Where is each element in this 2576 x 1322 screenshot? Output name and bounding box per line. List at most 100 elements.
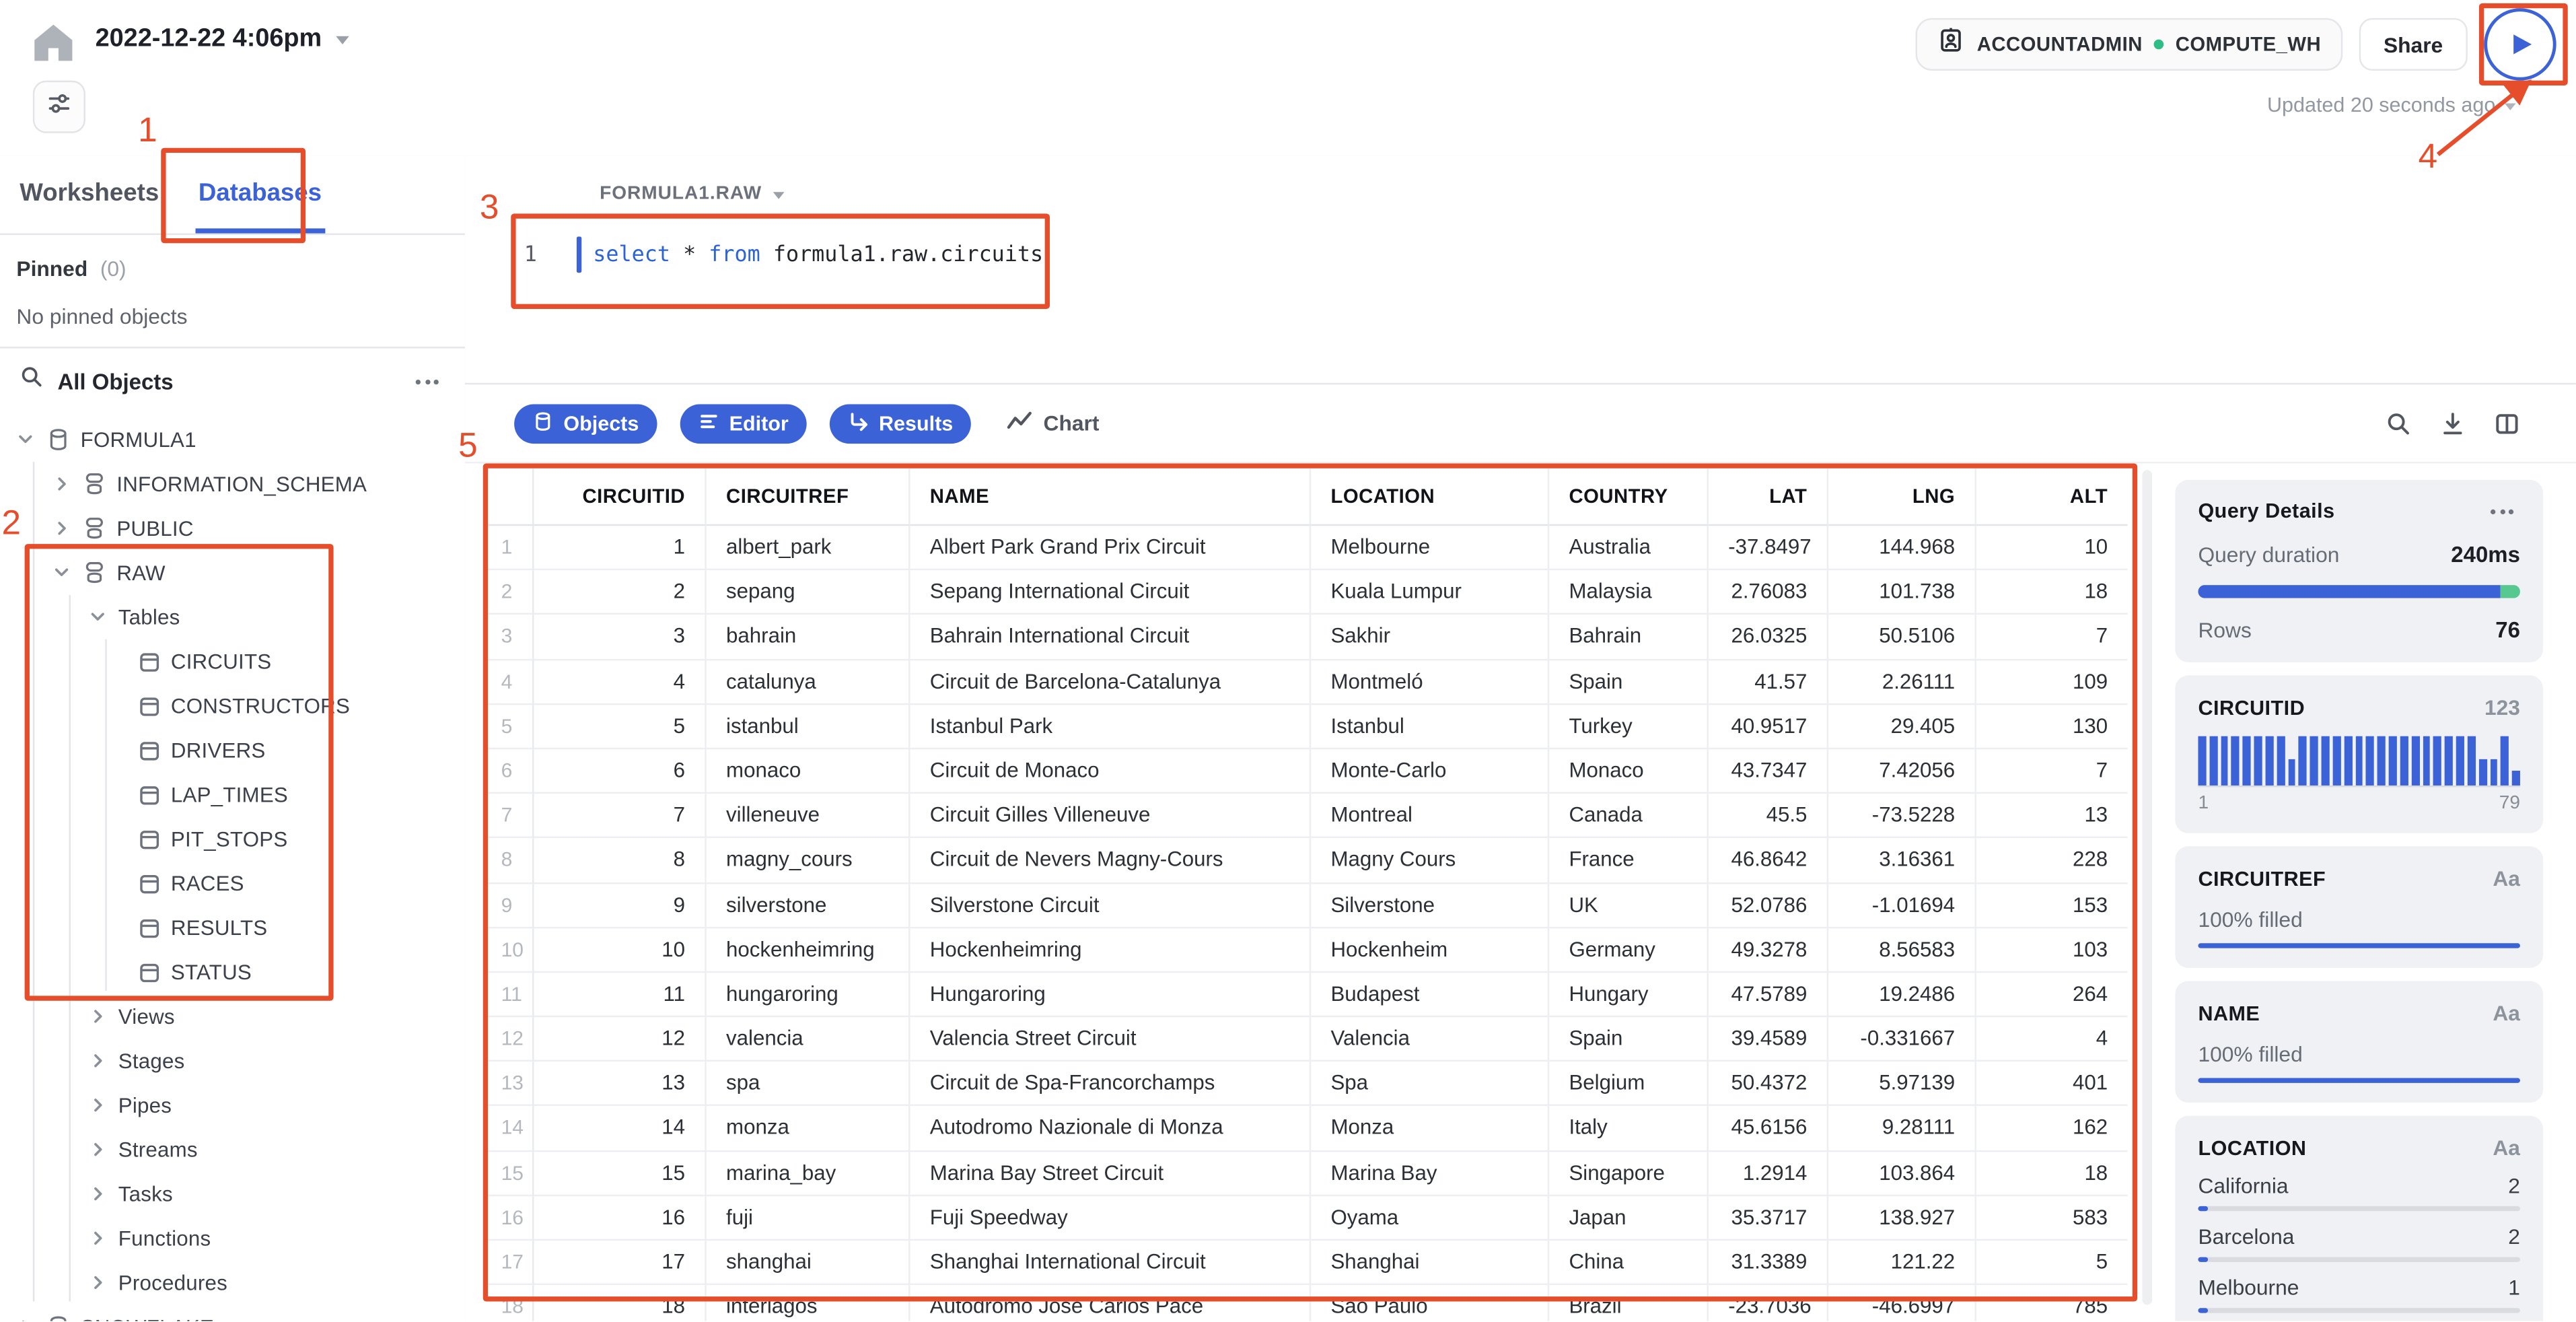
column-header-alt[interactable]: ALT — [1976, 468, 2128, 526]
cell-circuitref[interactable]: interlagos — [707, 1285, 910, 1321]
cell-lat[interactable]: 50.4372 — [1708, 1062, 1829, 1107]
cell-location[interactable]: Marina Bay — [1311, 1151, 1550, 1196]
row-number[interactable]: 11 — [485, 972, 534, 1018]
cell-lat[interactable]: 41.57 — [1708, 660, 1829, 705]
cell-name[interactable]: Hockenheimring — [910, 928, 1312, 973]
cell-circuitid[interactable]: 11 — [534, 972, 707, 1018]
cell-name[interactable]: Autódromo José Carlos Pace — [910, 1285, 1312, 1321]
row-number[interactable]: 16 — [485, 1195, 534, 1241]
search-results-icon[interactable] — [2386, 410, 2412, 436]
column-header-circuitid[interactable]: CIRCUITID — [534, 468, 707, 526]
cell-circuitref[interactable]: bahrain — [706, 615, 910, 660]
cell-circuitid[interactable]: 2 — [534, 570, 707, 615]
download-icon[interactable] — [2439, 410, 2466, 436]
split-columns-icon[interactable] — [2494, 410, 2520, 436]
column-header-lng[interactable]: LNG — [1828, 468, 1976, 526]
cell-circuitref[interactable]: magny_cours — [706, 838, 910, 884]
cell-lat[interactable]: 45.5 — [1708, 794, 1829, 839]
cell-lng[interactable]: -1.01694 — [1828, 883, 1976, 928]
row-number[interactable]: 4 — [485, 660, 534, 705]
cell-country[interactable]: Spain — [1549, 1017, 1709, 1062]
cell-circuitref[interactable]: villeneuve — [706, 794, 910, 839]
cell-lng[interactable]: 2.26111 — [1828, 660, 1976, 705]
cell-alt[interactable]: 401 — [1976, 1062, 2128, 1107]
filters-button[interactable] — [32, 80, 85, 133]
cell-country[interactable]: Italy — [1549, 1107, 1709, 1152]
cell-location[interactable]: Melbourne — [1311, 526, 1550, 571]
cell-location[interactable]: Monte-Carlo — [1311, 749, 1550, 794]
cell-circuitref[interactable]: monaco — [706, 749, 910, 794]
more-menu-icon[interactable] — [2484, 502, 2520, 520]
run-query-button[interactable] — [2484, 8, 2556, 81]
cell-circuitid[interactable]: 1 — [534, 526, 707, 571]
chevron-right-icon[interactable] — [85, 1229, 108, 1247]
cell-country[interactable]: Monaco — [1549, 749, 1709, 794]
column-header-circuitref[interactable]: CIRCUITREF — [706, 468, 910, 526]
cell-location[interactable]: Spa — [1311, 1062, 1550, 1107]
row-number[interactable]: 5 — [485, 704, 534, 750]
cell-lng[interactable]: 103.864 — [1828, 1151, 1976, 1196]
row-number[interactable]: 7 — [485, 794, 534, 839]
all-objects-search[interactable]: All Objects — [0, 349, 465, 415]
cell-name[interactable]: Marina Bay Street Circuit — [910, 1151, 1312, 1196]
cell-circuitref[interactable]: albert_park — [706, 526, 910, 571]
cell-lng[interactable]: -73.5228 — [1828, 794, 1976, 839]
cell-lng[interactable]: 3.16361 — [1828, 838, 1976, 884]
chevron-down-icon[interactable] — [85, 608, 108, 626]
cell-circuitid[interactable]: 12 — [534, 1017, 707, 1062]
table-scrollbar[interactable] — [2142, 470, 2153, 1305]
tree-item-snowflake[interactable]: SNOWFLAKE — [0, 1304, 465, 1321]
cell-lng[interactable]: 50.5106 — [1828, 615, 1976, 660]
row-number[interactable]: 6 — [485, 749, 534, 794]
cell-location[interactable]: Shanghai — [1311, 1241, 1550, 1286]
cell-alt[interactable]: 10 — [1976, 526, 2128, 571]
cell-location[interactable]: Montreal — [1311, 794, 1550, 839]
cell-location[interactable]: Hockenheim — [1311, 928, 1550, 973]
cell-lng[interactable]: 19.2486 — [1828, 972, 1976, 1018]
cell-circuitid[interactable]: 9 — [534, 883, 707, 928]
cell-circuitid[interactable]: 10 — [534, 928, 707, 973]
cell-alt[interactable]: 130 — [1976, 705, 2128, 750]
cell-lat[interactable]: 31.3389 — [1708, 1241, 1829, 1286]
cell-location[interactable]: Oyama — [1311, 1195, 1550, 1241]
cell-circuitref[interactable]: monza — [706, 1107, 910, 1152]
cell-name[interactable]: Istanbul Park — [910, 704, 1312, 750]
cell-name[interactable]: Valencia Street Circuit — [910, 1017, 1312, 1062]
cell-country[interactable]: UK — [1549, 883, 1709, 928]
cell-name[interactable]: Silverstone Circuit — [910, 883, 1312, 928]
home-button[interactable] — [23, 18, 82, 74]
row-number[interactable]: 8 — [485, 838, 534, 884]
cell-circuitref[interactable]: valencia — [706, 1017, 910, 1062]
cell-location[interactable]: Valencia — [1311, 1017, 1550, 1062]
row-number[interactable]: 12 — [485, 1017, 534, 1062]
cell-country[interactable]: Belgium — [1549, 1062, 1709, 1107]
cell-alt[interactable]: 18 — [1976, 1151, 2128, 1196]
row-number[interactable]: 1 — [485, 526, 534, 571]
cell-name[interactable]: Circuit de Nevers Magny-Cours — [910, 838, 1312, 884]
cell-lng[interactable]: 101.738 — [1828, 570, 1976, 615]
cell-name[interactable]: Circuit de Spa-Francorchamps — [910, 1062, 1312, 1107]
row-number[interactable]: 17 — [485, 1241, 534, 1286]
cell-circuitid[interactable]: 7 — [534, 794, 707, 839]
cell-circuitref[interactable]: marina_bay — [706, 1151, 910, 1196]
cell-circuitid[interactable]: 6 — [534, 749, 707, 794]
tree-item-raw[interactable]: RAW — [0, 551, 465, 595]
cell-lng[interactable]: 7.42056 — [1828, 749, 1976, 794]
cell-circuitid[interactable]: 8 — [534, 838, 707, 884]
cell-circuitid[interactable]: 14 — [534, 1107, 707, 1152]
cell-name[interactable]: Circuit de Monaco — [910, 749, 1312, 794]
cell-country[interactable]: Canada — [1549, 794, 1709, 839]
cell-location[interactable]: Istanbul — [1311, 704, 1550, 750]
cell-alt[interactable]: 583 — [1976, 1196, 2128, 1241]
cell-alt[interactable]: 109 — [1976, 660, 2128, 705]
chevron-right-icon[interactable] — [85, 1274, 108, 1292]
cell-location[interactable]: Montmeló — [1311, 660, 1550, 705]
chevron-right-icon[interactable] — [85, 1051, 108, 1070]
database-context-selector[interactable]: FORMULA1.RAW — [600, 179, 785, 209]
cell-location[interactable]: Magny Cours — [1311, 838, 1550, 884]
tab-results[interactable]: Results — [829, 403, 972, 443]
cell-lat[interactable]: 1.2914 — [1708, 1151, 1829, 1196]
chevron-right-icon[interactable] — [13, 1318, 36, 1321]
cell-lng[interactable]: 8.56583 — [1828, 928, 1976, 973]
column-header-location[interactable]: LOCATION — [1311, 468, 1550, 526]
